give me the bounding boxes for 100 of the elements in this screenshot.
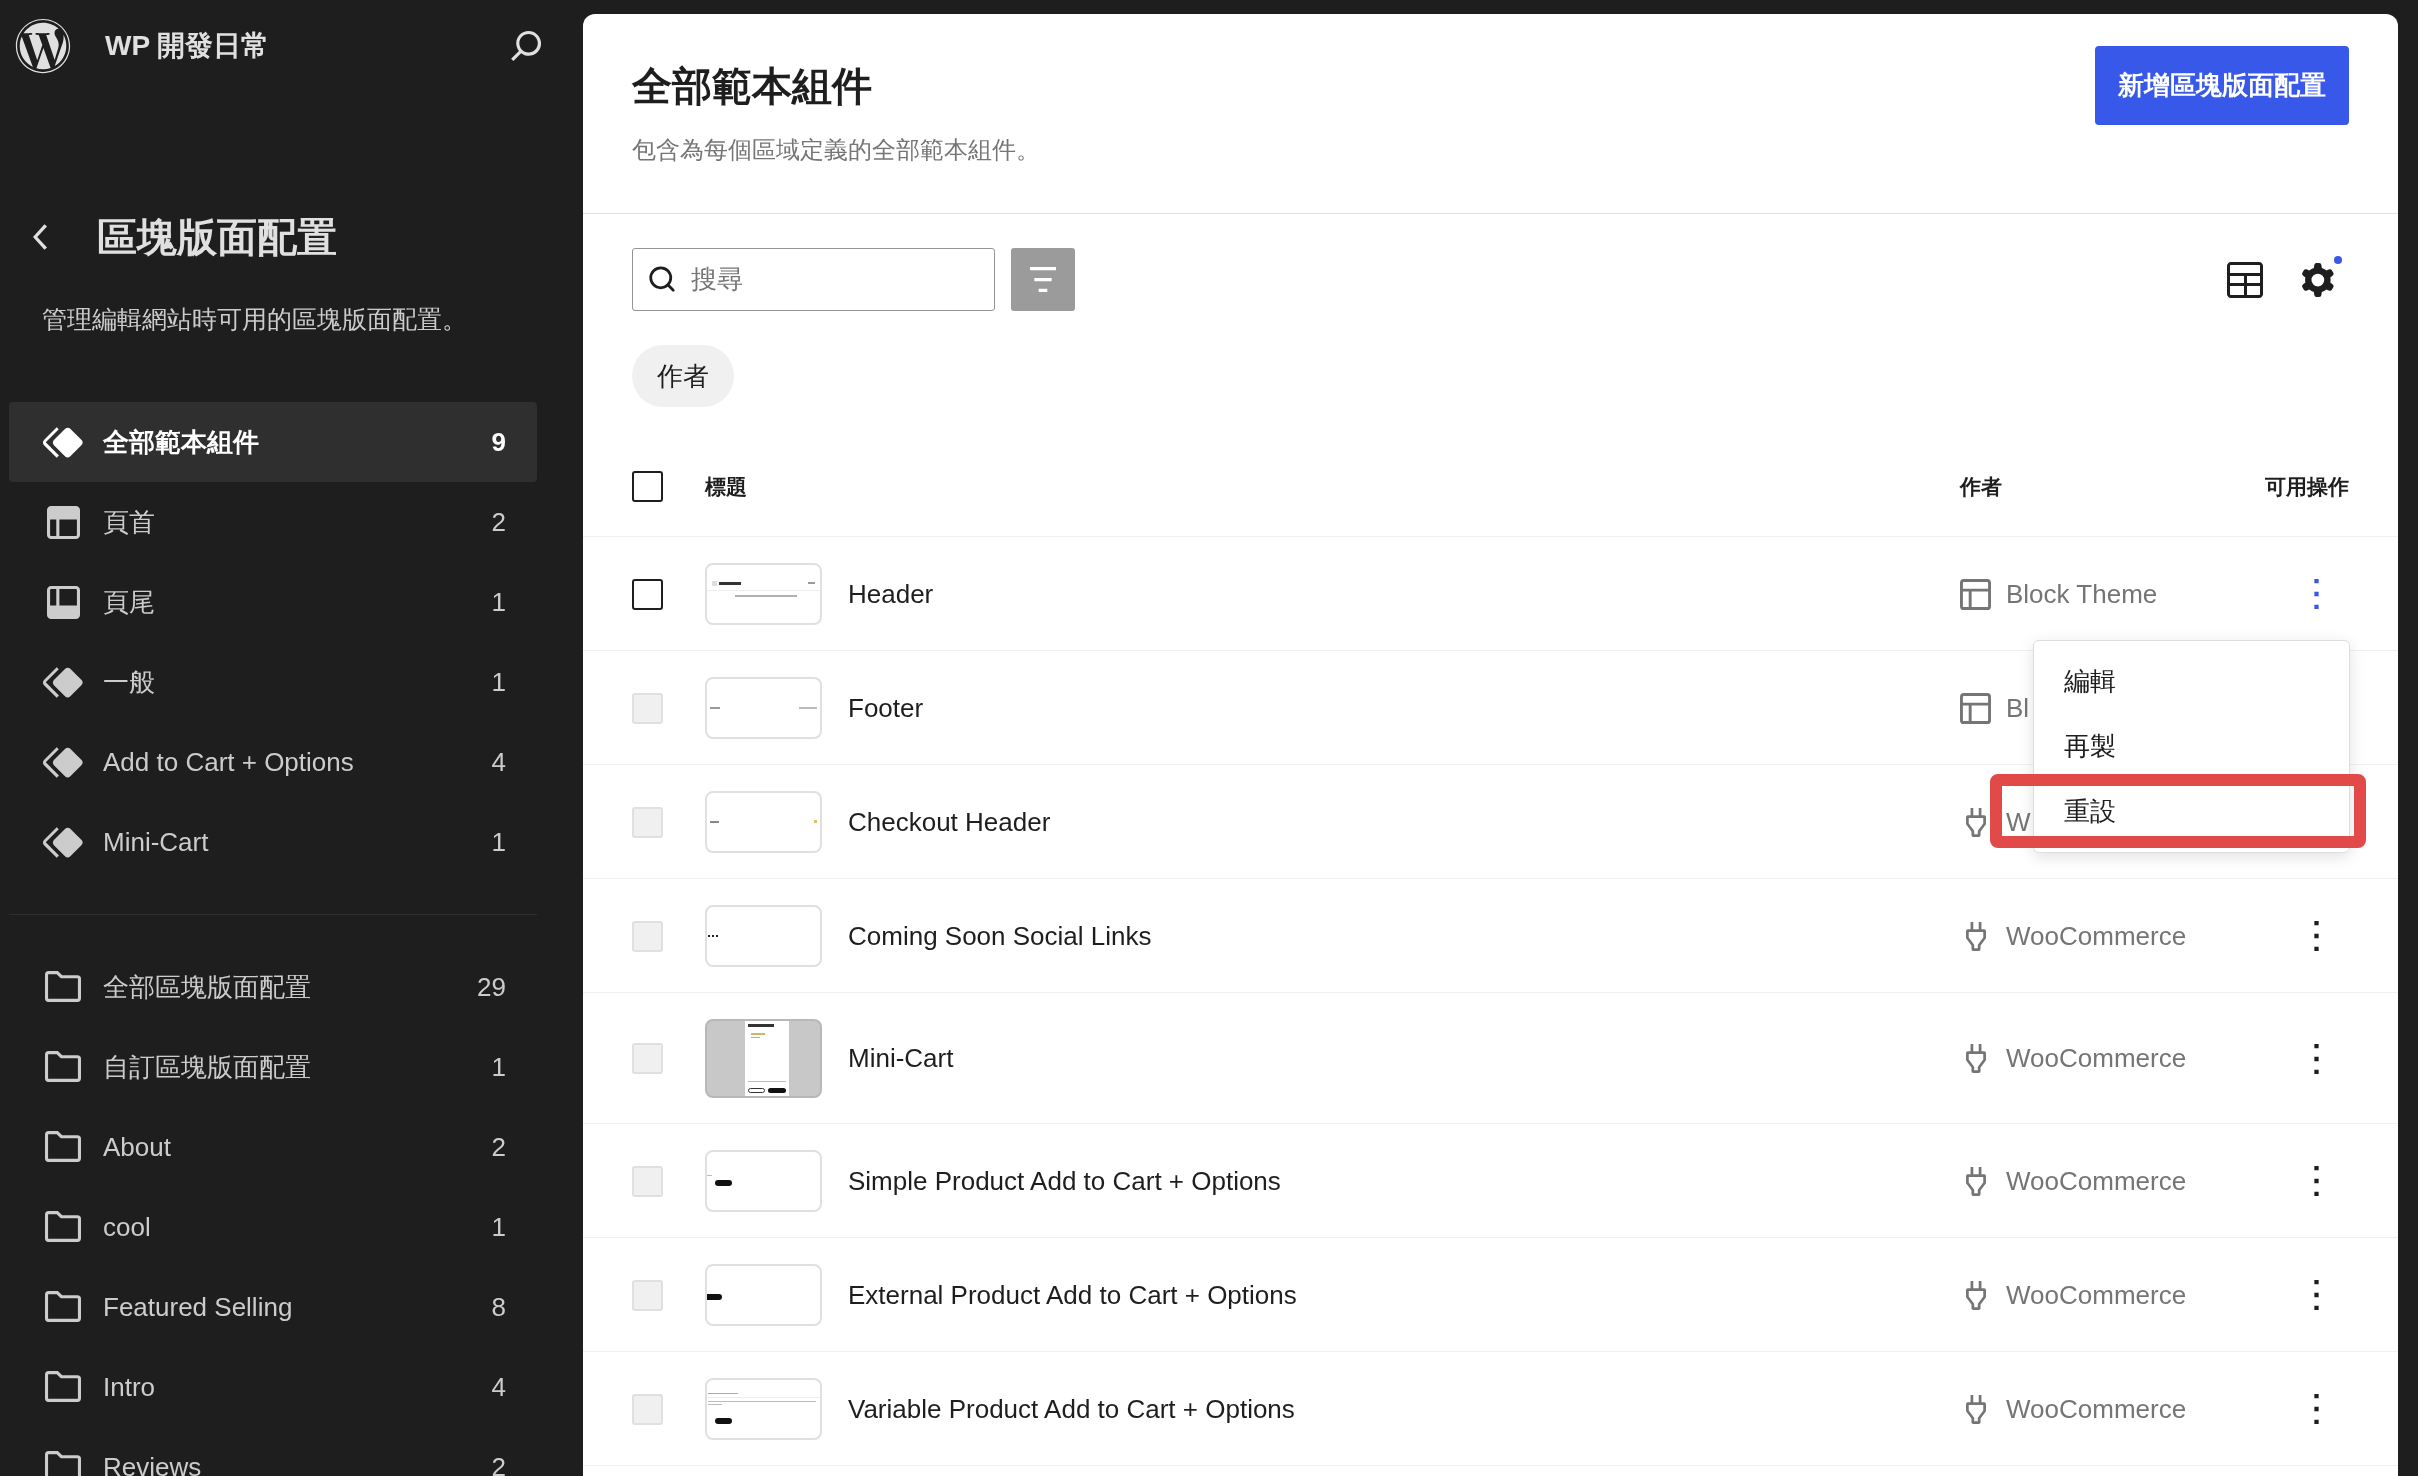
sidebar-title: 區塊版面配置 <box>97 214 337 261</box>
sidebar-item[interactable]: Mini-Cart 1 <box>9 802 537 882</box>
kebab-menu-icon <box>2313 921 2319 951</box>
folder-icon <box>45 1371 81 1403</box>
diamond-icon <box>43 826 83 858</box>
filter-icon <box>1030 267 1056 292</box>
template-title[interactable]: Header <box>848 574 934 614</box>
author-name: WooCommerce <box>2006 1392 2187 1426</box>
sidebar-item[interactable]: 自訂區塊版面配置 1 <box>9 1027 537 1107</box>
diamond-icon <box>43 426 83 458</box>
menu-item[interactable]: 再製 <box>2034 714 2349 779</box>
item-count: 4 <box>491 1370 506 1404</box>
sidebar-item[interactable]: Add to Cart + Options 4 <box>9 722 537 802</box>
chevron-left-icon <box>33 224 47 250</box>
kebab-menu-icon <box>2313 1280 2319 1310</box>
plug-icon <box>1965 1280 1986 1310</box>
table-icon <box>2227 261 2263 298</box>
sidebar-item[interactable]: 頁尾 1 <box>9 562 537 642</box>
sidebar-item[interactable]: 一般 1 <box>9 642 537 722</box>
filter-button[interactable] <box>1011 248 1075 311</box>
logo-icon[interactable] <box>15 18 71 74</box>
folder-icon <box>45 971 81 1003</box>
sidebar-item-label: 自訂區塊版面配置 <box>103 1050 311 1084</box>
back-button[interactable] <box>30 221 50 253</box>
sidebar-item-label: 頁尾 <box>103 585 155 619</box>
item-count: 9 <box>491 425 506 459</box>
author-name: WooCommerce <box>2006 919 2187 953</box>
checkbox[interactable] <box>632 578 663 610</box>
plug-icon <box>1965 1166 1986 1196</box>
sidebar-item[interactable]: cool 1 <box>9 1187 537 1267</box>
sidebar-item-label: Mini-Cart <box>103 825 209 859</box>
sidebar-item-label: About <box>103 1130 171 1164</box>
author-name: WooCommerce <box>2006 1042 2187 1075</box>
sidebar-item-label: cool <box>103 1210 151 1244</box>
sidebar-item-label: Reviews <box>103 1450 202 1476</box>
sidebar-item-label: 全部區塊版面配置 <box>103 970 311 1004</box>
sidebar-item-label: 一般 <box>103 665 155 699</box>
page-title: 全部範本組件 <box>632 63 873 110</box>
footer-layout-icon <box>46 585 80 619</box>
author-name: WooCommerce <box>2006 1164 2187 1198</box>
item-count: 2 <box>491 1450 506 1476</box>
item-count: 4 <box>491 745 506 779</box>
plug-icon <box>1965 1044 1986 1073</box>
kebab-menu-icon <box>2313 1394 2319 1424</box>
sidebar-item[interactable]: 全部區塊版面配置 29 <box>9 947 537 1027</box>
sidebar-item[interactable]: Reviews 2 <box>9 1427 537 1476</box>
layout-icon <box>1960 692 1991 724</box>
sidebar-item-label: Intro <box>103 1370 156 1404</box>
kebab-menu-icon <box>2313 1043 2319 1074</box>
author-name: Block Theme <box>2006 577 2158 611</box>
sidebar-item[interactable]: Intro 4 <box>9 1347 537 1427</box>
sidebar-item[interactable]: Featured Selling 8 <box>9 1267 537 1347</box>
add-pattern-button[interactable]: 新增區塊版面配置 <box>2095 46 2349 125</box>
column-header[interactable]: 標題 <box>705 474 747 498</box>
column-header[interactable]: 作者 <box>1960 474 2002 498</box>
sidebar-item[interactable]: About 2 <box>9 1107 537 1187</box>
diamond-icon <box>43 666 83 698</box>
column-header: 可用操作 <box>2265 473 2349 500</box>
menu-item[interactable]: 編輯 <box>2034 649 2349 714</box>
folder-icon <box>45 1131 81 1163</box>
filter-chip[interactable]: 作者 <box>632 345 734 407</box>
search-field[interactable]: 搜尋 <box>632 248 995 311</box>
header-layout-icon <box>46 505 80 539</box>
sidebar-description: 管理編輯網站時可用的區塊版面配置。 <box>42 304 467 335</box>
site-title[interactable]: WP 開發日常 <box>105 25 270 67</box>
plug-icon <box>1965 921 1986 951</box>
menu-item[interactable]: 重設 <box>2034 779 2349 844</box>
item-count: 1 <box>491 825 506 859</box>
item-count: 1 <box>491 665 506 699</box>
author-name: WooCommerce <box>2006 1278 2187 1312</box>
folder-icon <box>45 1051 81 1083</box>
plug-icon <box>1965 1394 1986 1424</box>
layout-icon <box>1960 578 1991 610</box>
author-name: Bl <box>2006 691 2030 725</box>
folder-icon <box>45 1291 81 1323</box>
plug-icon <box>1965 807 1986 837</box>
kebab-menu-icon <box>2313 579 2319 609</box>
search-icon <box>647 264 677 294</box>
sidebar-item[interactable]: 頁首 2 <box>9 482 537 562</box>
checkbox[interactable] <box>632 471 663 502</box>
diamond-icon <box>43 746 83 778</box>
settings-icon <box>2302 262 2334 297</box>
item-count: 2 <box>491 1130 506 1164</box>
author-name: W <box>2006 805 2031 839</box>
item-count: 29 <box>477 970 506 1004</box>
sidebar-item[interactable]: 全部範本組件 9 <box>9 402 537 482</box>
item-count: 1 <box>491 1210 506 1244</box>
folder-icon <box>45 1451 81 1476</box>
item-count: 1 <box>491 1050 506 1084</box>
sidebar-item-label: Featured Selling <box>103 1290 293 1324</box>
page-description: 包含為每個區域定義的全部範本組件。 <box>632 135 1040 165</box>
item-count: 2 <box>491 505 506 539</box>
search-button[interactable] <box>510 30 542 62</box>
sidebar-item-label: 全部範本組件 <box>103 425 259 459</box>
kebab-menu-icon <box>2313 1166 2319 1196</box>
item-count: 1 <box>491 585 506 619</box>
sidebar-item-label: Add to Cart + Options <box>103 745 354 779</box>
item-count: 8 <box>491 1290 506 1324</box>
search-icon <box>511 31 541 61</box>
folder-icon <box>45 1211 81 1243</box>
